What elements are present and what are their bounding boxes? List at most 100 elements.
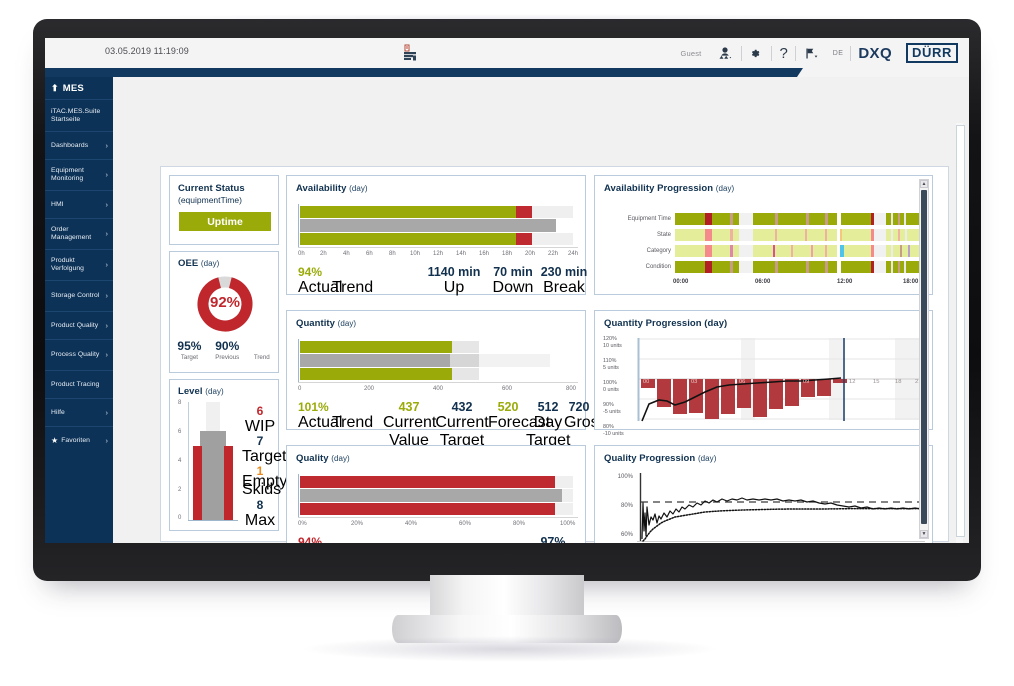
kpi-value: 6	[256, 404, 264, 418]
x-tick: 800	[566, 386, 577, 392]
x-tick: 16h	[479, 251, 490, 257]
oee-donut-chart: 92%	[195, 274, 255, 334]
sidebar-item-order-management[interactable]: Order Management ›	[45, 218, 113, 249]
oee-kpis: 95% Target 90% Previous Trend	[170, 340, 278, 362]
availability-progression-chart	[675, 211, 923, 275]
level-bar-wip-left	[193, 446, 202, 520]
dashboard-icon[interactable]	[400, 43, 422, 63]
kpi-value: 7	[256, 434, 264, 448]
durr-text: DÜRR	[912, 45, 952, 60]
x-tick: 18:00	[903, 279, 919, 285]
scroll-up-arrow-icon[interactable]: ▲	[920, 180, 928, 188]
card-quality-progression[interactable]: Quality Progression (day) 100% 80% 60%	[594, 445, 933, 543]
sidebar-item-favoriten[interactable]: ★ Favoriten ›	[45, 426, 113, 454]
card-quality[interactable]: Quality (day) 0% 20% 40% 60% 80% 100% 94…	[286, 445, 586, 543]
dashboard-scrollbar-thumb[interactable]	[921, 190, 927, 524]
quantity-progression-title: Quantity Progression (day)	[604, 318, 728, 329]
kpi-label: Forecast	[488, 414, 551, 431]
chevron-right-icon: ›	[105, 435, 108, 445]
availability-progression-period: (day)	[715, 184, 735, 193]
quality-bar-actual-1	[300, 476, 555, 488]
page-scrollbar-thumb[interactable]	[956, 125, 965, 537]
x-tick: 20h	[525, 251, 536, 257]
sidebar-item-equipment-monitoring[interactable]: Equipment Monitoring ›	[45, 159, 113, 190]
flag-icon[interactable]	[796, 38, 826, 68]
page-scrollbar[interactable]	[956, 123, 965, 543]
card-availability[interactable]: Availability (day) 0h 2h 4h 6h 8h 10h 12…	[286, 175, 587, 296]
dashboard-scrollbar[interactable]: ▲ ▼	[919, 179, 929, 539]
svg-text:15: 15	[873, 379, 879, 385]
sidebar-item-hmi[interactable]: HMI ›	[45, 190, 113, 218]
sidebar-item-storage-control[interactable]: Storage Control ›	[45, 280, 113, 311]
sidebar-item-produkt-verfolgung[interactable]: Produkt Verfolgung ›	[45, 249, 113, 280]
dxq-text: DXQ	[858, 44, 893, 62]
sidebar-item-dashboards[interactable]: Dashboards ›	[45, 131, 113, 159]
user-icon[interactable]	[710, 38, 741, 68]
chart-x-axis	[298, 382, 578, 383]
sidebar-item-product-tracing[interactable]: Product Tracing	[45, 370, 113, 398]
x-tick: 12h	[433, 251, 444, 257]
quantity-kpi-trend: Trend	[332, 414, 373, 432]
availability-bar-down-2	[516, 233, 532, 245]
main-content: Current Status (equipmentTime) Uptime OE…	[113, 77, 969, 543]
level-ytick: 6	[178, 429, 182, 435]
card-oee[interactable]: OEE (day) 92% 95% Target 90% Previous Tr…	[169, 251, 279, 373]
x-tick: 400	[433, 386, 444, 392]
level-x-axis	[188, 520, 238, 521]
sidebar-item-startseite[interactable]: iTAC.MES.Suite Startseite	[45, 99, 113, 131]
row-label: Condition	[645, 264, 671, 270]
y-tick-units: 5 units	[603, 364, 619, 371]
x-tick: 2h	[320, 251, 327, 257]
sidebar-item-label: Storage Control	[51, 292, 100, 299]
scroll-down-arrow-icon[interactable]: ▼	[920, 530, 928, 538]
x-tick: 80%	[513, 521, 526, 527]
kpi-value: 94%	[298, 265, 323, 279]
kpi-value: 90%	[215, 339, 240, 353]
x-tick: 10h	[410, 251, 421, 257]
level-title: Level (day)	[178, 386, 224, 397]
row-label: Equipment Time	[627, 216, 671, 222]
kpi-value: 101%	[298, 400, 329, 414]
chart-y-axis	[298, 204, 299, 247]
sidebar-item-label: Process Quality	[51, 351, 100, 358]
guest-label: Guest	[673, 38, 710, 68]
monitor-stand-shadow	[300, 636, 720, 662]
card-level[interactable]: Level (day) 8 6 4 2 0 6 WIP 7 Target 1 E…	[169, 379, 287, 531]
level-kpi-max: 8 Max	[242, 498, 278, 530]
chart-x-axis	[298, 517, 578, 518]
sidebar-item-label: iTAC.MES.Suite Startseite	[51, 107, 101, 123]
x-tick: 0%	[298, 521, 307, 527]
x-tick: 20%	[351, 521, 364, 527]
quality-progression-chart	[637, 473, 925, 543]
quantity-title-label: Quantity	[296, 318, 335, 329]
quality-kpi-actual: 94% Actual	[298, 535, 342, 543]
kpi-value: 520	[497, 400, 519, 414]
sidebar-item-process-quality[interactable]: Process Quality ›	[45, 339, 113, 370]
header-actions: Guest ? DE DXQ DÜRR	[673, 38, 965, 68]
language-selector[interactable]: DE	[826, 38, 851, 68]
monitor-stand	[392, 575, 622, 643]
sidebar-item-hilfe[interactable]: Hilfe ›	[45, 398, 113, 426]
level-y-axis	[188, 402, 189, 520]
quantity-progression-chart: 00 06 09 03 12 15 18 21	[633, 336, 925, 423]
quality-bar-gray	[300, 489, 562, 502]
card-quantity-progression[interactable]: Quantity Progression (day) 120% 10 units…	[594, 310, 933, 437]
svg-text:18: 18	[895, 379, 901, 385]
quantity-bar-value-2	[300, 368, 452, 380]
sidebar-item-product-quality[interactable]: Product Quality ›	[45, 311, 113, 339]
screenshot-root: 03.05.2019 11:19:09 Guest ? DE DXQ DÜRR …	[0, 0, 1014, 686]
gear-icon[interactable]	[742, 38, 771, 68]
status-badge: Uptime	[179, 212, 271, 231]
card-quantity[interactable]: Quantity (day) 0 200 400 600 800 101% Ac…	[286, 310, 607, 449]
dashboard-panel: Current Status (equipmentTime) Uptime OE…	[160, 166, 949, 543]
sidebar-title[interactable]: ⬆ MES	[45, 77, 113, 99]
help-icon[interactable]: ?	[772, 38, 794, 68]
card-availability-progression[interactable]: Availability Progression (day) Equipment…	[594, 175, 933, 295]
kpi-value: 95%	[177, 339, 202, 353]
card-current-status[interactable]: Current Status (equipmentTime) Uptime	[169, 175, 279, 245]
sidebar-item-label: Hilfe	[51, 408, 65, 416]
x-tick: 00:00	[673, 279, 689, 285]
kpi-value: 70 min	[493, 265, 533, 279]
sidebar-item-label: Order Management	[51, 226, 92, 241]
chevron-right-icon: ›	[105, 170, 108, 179]
